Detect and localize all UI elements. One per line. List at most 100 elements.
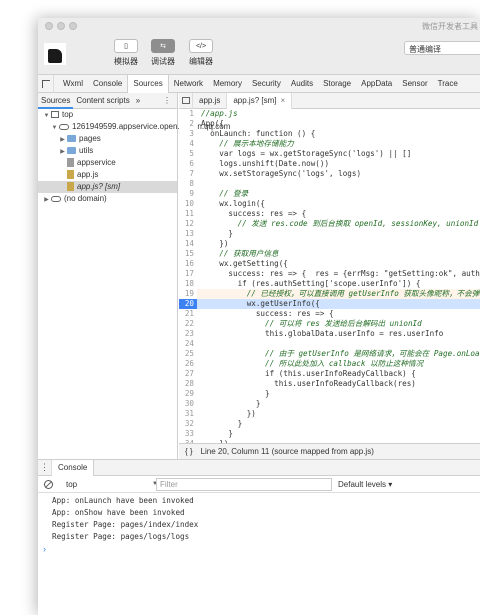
code-line[interactable]: 8: [179, 179, 480, 189]
code-line[interactable]: 9 // 登录: [179, 189, 480, 199]
tab-appdata[interactable]: AppData: [356, 75, 397, 93]
log-levels-select[interactable]: Default levels ▾: [338, 478, 392, 491]
tab-network[interactable]: Network: [169, 75, 208, 93]
code-line[interactable]: 6 logs.unshift(Date.now()): [179, 159, 480, 169]
code-line[interactable]: 28 this.userInfoReadyCallback(res): [179, 379, 480, 389]
line-number[interactable]: 12: [179, 219, 197, 229]
line-number[interactable]: 13: [179, 229, 197, 239]
nav-tab-content-scripts[interactable]: Content scripts: [73, 93, 132, 109]
code-area[interactable]: 1//app.js 2 App({3 onLaunch: function () {…: [179, 109, 480, 443]
line-number[interactable]: 27: [179, 369, 197, 379]
line-number[interactable]: 6: [179, 159, 197, 169]
editor-button[interactable]: </> 编辑器: [181, 39, 221, 67]
line-number[interactable]: 29: [179, 389, 197, 399]
code-line[interactable]: 19 // 已经授权，可以直接调用 getUserInfo 获取头像昵称，不会弹…: [179, 289, 480, 299]
line-number[interactable]: 17: [179, 269, 197, 279]
tab-console[interactable]: Console: [52, 459, 95, 476]
tree-item-appservice[interactable]: appservice: [38, 157, 177, 169]
code-line[interactable]: 12 // 发送 res.code 到后台换取 openId, sessionK…: [179, 219, 480, 229]
tree-item-pages[interactable]: ▶ pages: [38, 133, 177, 145]
line-number[interactable]: 18: [179, 279, 197, 289]
tab-console[interactable]: Console: [88, 75, 127, 93]
close-window-button[interactable]: [45, 22, 53, 30]
nav-tab-sources[interactable]: Sources: [38, 93, 74, 109]
code-line[interactable]: 23 this.globalData.userInfo = res.userIn…: [179, 329, 480, 339]
line-number[interactable]: 11: [179, 209, 197, 219]
code-line[interactable]: 11 success: res => {: [179, 209, 480, 219]
line-number[interactable]: 19: [179, 289, 197, 299]
editor-tab-app-js-sm[interactable]: app.js? [sm] ×: [227, 92, 293, 109]
code-line[interactable]: 32 }: [179, 419, 480, 429]
line-number[interactable]: 25: [179, 349, 197, 359]
line-number[interactable]: 1: [179, 109, 197, 119]
line-number[interactable]: 16: [179, 259, 197, 269]
line-number[interactable]: 23: [179, 329, 197, 339]
code-line[interactable]: 31 }): [179, 409, 480, 419]
nav-menu-icon[interactable]: ⋮: [163, 96, 171, 105]
line-number[interactable]: 15: [179, 249, 197, 259]
tab-storage[interactable]: Storage: [318, 75, 356, 93]
tab-memory[interactable]: Memory: [208, 75, 247, 93]
line-number[interactable]: 33: [179, 429, 197, 439]
code-line[interactable]: 20 wx.getUserInfo({: [179, 299, 480, 309]
line-number[interactable]: 24: [179, 339, 197, 349]
line-number[interactable]: 3: [179, 129, 197, 139]
code-line[interactable]: 1 //app.js: [179, 109, 480, 119]
tree-item-utils[interactable]: ▶ utils: [38, 145, 177, 157]
line-number[interactable]: 5: [179, 149, 197, 159]
code-line[interactable]: 16 wx.getSetting({: [179, 259, 480, 269]
drawer-menu-icon[interactable]: ⋮: [38, 459, 52, 476]
compile-mode-select[interactable]: 普通编译: [404, 41, 480, 55]
code-line[interactable]: 3 onLaunch: function () {: [179, 129, 480, 139]
line-number[interactable]: 32: [179, 419, 197, 429]
tab-audits[interactable]: Audits: [286, 75, 318, 93]
code-line[interactable]: 18 if (res.authSetting['scope.userInfo']…: [179, 279, 480, 289]
line-number[interactable]: 10: [179, 199, 197, 209]
code-line[interactable]: 4 // 展示本地存储能力: [179, 139, 480, 149]
tree-item-no-domain[interactable]: ▶ (no domain): [38, 193, 177, 205]
line-number[interactable]: 30: [179, 399, 197, 409]
line-number[interactable]: 22: [179, 319, 197, 329]
close-tab-icon[interactable]: ×: [281, 96, 286, 105]
tab-wxml[interactable]: Wxml: [58, 75, 88, 93]
tree-item-domain[interactable]: ▼ 1261949599.appservice.open.weixin.qq.co…: [38, 121, 231, 133]
code-line[interactable]: 10 wx.login({: [179, 199, 480, 209]
clear-console-icon[interactable]: [44, 480, 53, 489]
tab-sensor[interactable]: Sensor: [397, 75, 432, 93]
code-line[interactable]: 13 }: [179, 229, 480, 239]
code-line[interactable]: 5 var logs = wx.getStorageSync('logs') |…: [179, 149, 480, 159]
toggle-navigator-icon[interactable]: [179, 92, 193, 109]
line-number[interactable]: 7: [179, 169, 197, 179]
code-line[interactable]: 15 // 获取用户信息: [179, 249, 480, 259]
line-number[interactable]: 26: [179, 359, 197, 369]
code-line[interactable]: 33 }: [179, 429, 480, 439]
line-number[interactable]: 8: [179, 179, 197, 189]
context-select[interactable]: top▼: [64, 478, 160, 491]
line-number[interactable]: 9: [179, 189, 197, 199]
code-line[interactable]: 27 if (this.userInfoReadyCallback) {: [179, 369, 480, 379]
tree-item-app-js-sm[interactable]: app.js? [sm]: [38, 181, 177, 193]
code-line[interactable]: 30 }: [179, 399, 480, 409]
code-line[interactable]: 21 success: res => {: [179, 309, 480, 319]
code-line[interactable]: 29 }: [179, 389, 480, 399]
console-prompt[interactable]: ›: [38, 543, 480, 555]
minimize-window-button[interactable]: [57, 22, 65, 30]
line-number[interactable]: 20: [179, 299, 197, 309]
line-number[interactable]: 21: [179, 309, 197, 319]
nav-more-tabs-icon[interactable]: »: [133, 93, 143, 109]
debugger-button[interactable]: ⇆ 调试器: [143, 39, 183, 67]
tab-security[interactable]: Security: [247, 75, 286, 93]
line-number[interactable]: 28: [179, 379, 197, 389]
pretty-print-icon[interactable]: { }: [185, 447, 193, 456]
tree-item-app-js[interactable]: app.js: [38, 169, 177, 181]
code-line[interactable]: 17 success: res => { res = {errMsg: "get…: [179, 269, 480, 279]
code-line[interactable]: 2 App({: [179, 119, 480, 129]
code-line[interactable]: 22 // 可以将 res 发送给后台解码出 unionId: [179, 319, 480, 329]
zoom-window-button[interactable]: [69, 22, 77, 30]
tab-trace[interactable]: Trace: [433, 75, 463, 93]
tree-item-top[interactable]: ▼ top: [38, 109, 177, 121]
line-number[interactable]: 4: [179, 139, 197, 149]
tab-sources[interactable]: Sources: [127, 74, 169, 93]
code-line[interactable]: 25 // 由于 getUserInfo 是网络请求，可能会在 Page.onL…: [179, 349, 480, 359]
avatar[interactable]: [44, 43, 66, 65]
